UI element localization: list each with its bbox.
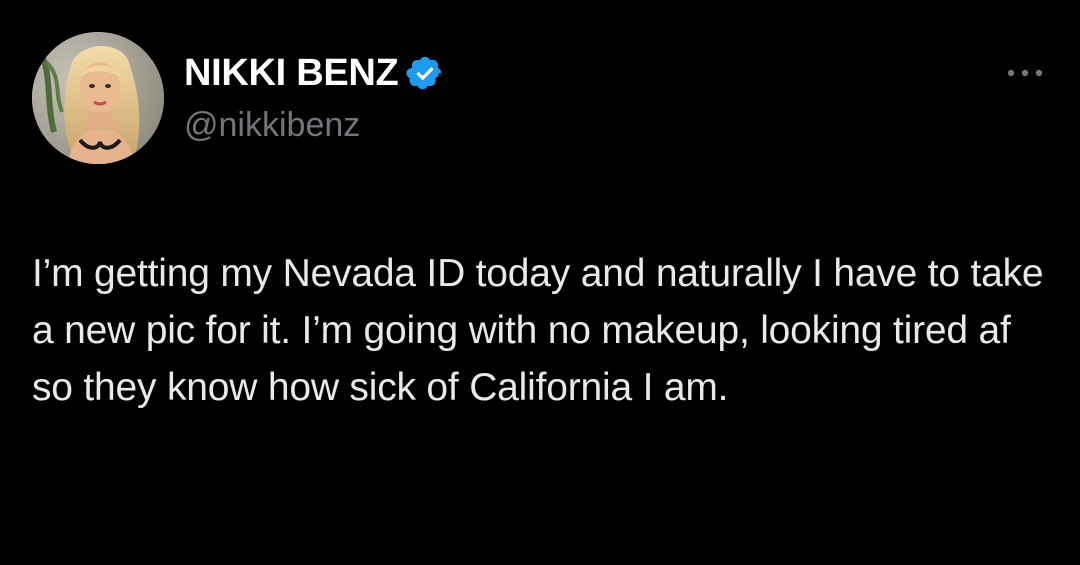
more-options-button[interactable] bbox=[1002, 58, 1048, 88]
author-name-row: NIKKI BENZ bbox=[184, 50, 444, 96]
tweet-card: NIKKI BENZ @nikkibenz I’m getting my Nev… bbox=[0, 0, 1080, 565]
verified-badge-icon[interactable] bbox=[406, 54, 444, 92]
more-horizontal-icon bbox=[1007, 69, 1043, 77]
profile-photo-icon bbox=[32, 32, 164, 164]
tweet-text: I’m getting my Nevada ID today and natur… bbox=[32, 252, 1055, 409]
handle[interactable]: @nikkibenz bbox=[184, 104, 360, 146]
display-name[interactable]: NIKKI BENZ bbox=[184, 50, 399, 96]
avatar[interactable] bbox=[32, 32, 164, 164]
